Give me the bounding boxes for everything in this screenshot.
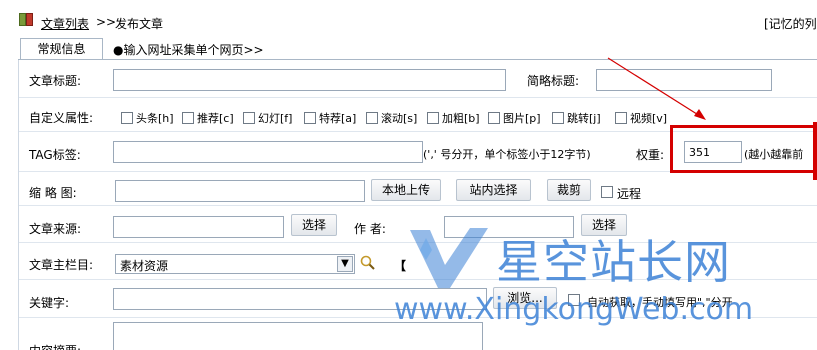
source-input[interactable] [113, 216, 284, 238]
attr-image-label: 图片[p] [503, 112, 541, 125]
keywords-input[interactable] [113, 288, 487, 310]
column-select[interactable]: 素材资源 ▼ [115, 254, 355, 274]
title-input[interactable] [113, 69, 506, 91]
summary-textarea[interactable] [113, 322, 483, 350]
summary-label: 内容摘要: [29, 342, 81, 350]
source-row: 文章来源: 选择 作 者: 选择 [19, 206, 817, 243]
attr-scroll-label: 滚动[s] [381, 112, 418, 125]
author-input[interactable] [444, 216, 574, 238]
attr-image-checkbox[interactable] [488, 112, 500, 124]
tag-input[interactable] [113, 141, 423, 163]
attr-video-label: 视频[v] [630, 112, 668, 125]
tab-general-info[interactable]: 常规信息 [20, 38, 103, 60]
custom-attr-label: 自定义属性: [29, 111, 94, 125]
attr-recommend-label: 推荐[c] [197, 112, 234, 125]
attr-headline[interactable]: 头条[h] [121, 110, 174, 126]
attr-special[interactable]: 特荐[a] [304, 110, 356, 126]
top-bar: 文章列表 >> 发布文章 [记忆的列 [0, 0, 817, 36]
column-row: 文章主栏目: 素材资源 ▼ 【 [19, 243, 817, 280]
attr-recommend-checkbox[interactable] [182, 112, 194, 124]
attr-bold-label: 加粗[b] [442, 112, 480, 125]
weight-label: 权重: [636, 148, 665, 162]
tag-hint: (',' 号分开，单个标签小于12字节) [423, 148, 591, 161]
attr-video-checkbox[interactable] [615, 112, 627, 124]
attr-jump-checkbox[interactable] [552, 112, 564, 124]
keywords-row: 关键字: 浏览... 自动获取，手动填写用","分开 [19, 280, 817, 318]
title-label: 文章标题: [29, 74, 82, 88]
thumbnail-input[interactable] [115, 180, 365, 202]
attr-headline-label: 头条[h] [136, 112, 174, 125]
attr-scroll-checkbox[interactable] [366, 112, 378, 124]
attr-slide-label: 幻灯[f] [258, 112, 293, 125]
attr-special-label: 特荐[a] [319, 112, 357, 125]
attr-video[interactable]: 视频[v] [615, 110, 667, 126]
summary-row: 内容摘要: [19, 318, 817, 350]
breadcrumb-current: 发布文章 [115, 17, 164, 31]
remember-columns-link[interactable]: [记忆的列 [764, 15, 817, 32]
article-form: 文章标题: 简略标题: 自定义属性: 头条[h] 推荐[c] 幻灯[f] 特荐[… [18, 60, 817, 350]
local-upload-button[interactable]: 本地上传 [371, 179, 441, 201]
breadcrumb-separator: >> [96, 15, 117, 29]
annotation-highlight-box [670, 125, 817, 173]
attr-image[interactable]: 图片[p] [488, 110, 541, 126]
thumbnail-label: 缩 略 图: [29, 186, 77, 200]
source-label: 文章来源: [29, 222, 82, 236]
crop-button[interactable]: 裁剪 [547, 179, 591, 201]
column-select-value: 素材资源 [120, 259, 169, 273]
auto-fetch-label: 自动获取，手动填写用","分开 [587, 296, 733, 309]
auto-fetch-checkbox[interactable] [568, 294, 580, 306]
attr-bold[interactable]: 加粗[b] [427, 110, 480, 126]
attr-special-checkbox[interactable] [304, 112, 316, 124]
chevron-down-icon[interactable]: ▼ [337, 256, 353, 272]
short-title-label: 简略标题: [527, 74, 580, 88]
search-icon[interactable] [360, 255, 376, 271]
short-title-input[interactable] [596, 69, 772, 91]
column-extra-link[interactable]: 【 [394, 257, 406, 274]
keywords-label: 关键字: [29, 296, 70, 310]
attr-recommend[interactable]: 推荐[c] [182, 110, 234, 126]
attr-slide-checkbox[interactable] [243, 112, 255, 124]
thumbnail-row: 缩 略 图: 本地上传 站内选择 裁剪 远程 [19, 172, 817, 206]
attr-bold-checkbox[interactable] [427, 112, 439, 124]
browse-button[interactable]: 浏览... [493, 287, 557, 309]
column-label: 文章主栏目: [29, 258, 94, 272]
tag-label: TAG标签: [29, 148, 81, 162]
title-row: 文章标题: 简略标题: [19, 60, 817, 98]
remote-checkbox[interactable] [601, 186, 613, 198]
author-label: 作 者: [354, 222, 386, 236]
tab-collect-url[interactable]: ●输入网址采集单个网页>> [113, 41, 264, 58]
attr-scroll[interactable]: 滚动[s] [366, 110, 417, 126]
site-select-button[interactable]: 站内选择 [456, 179, 531, 201]
attr-jump-label: 跳转[j] [567, 112, 601, 125]
breadcrumb-article-list-link[interactable]: 文章列表 [41, 15, 89, 32]
attr-slide[interactable]: 幻灯[f] [243, 110, 292, 126]
remote-label: 远程 [617, 187, 642, 201]
author-select-button[interactable]: 选择 [581, 214, 627, 236]
source-select-button[interactable]: 选择 [291, 214, 337, 236]
attr-headline-checkbox[interactable] [121, 112, 133, 124]
book-icon [19, 13, 33, 26]
attr-jump[interactable]: 跳转[j] [552, 110, 601, 126]
